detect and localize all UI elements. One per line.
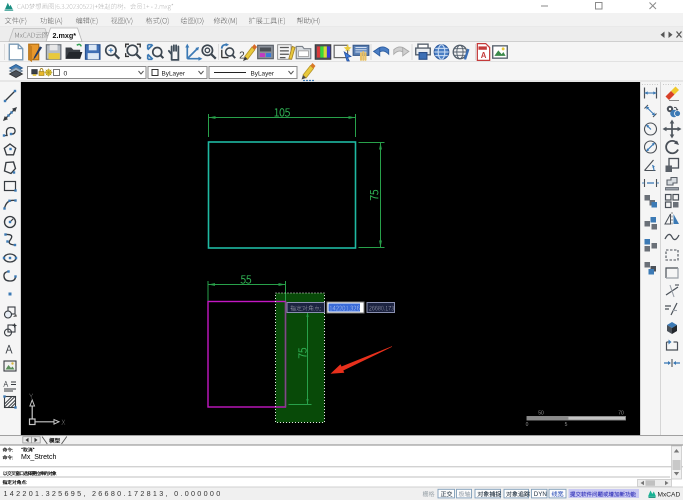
svg-text:MxCAD: MxCAD <box>658 492 681 499</box>
svg-text:0: 0 <box>64 71 68 78</box>
svg-text:142201.325695, 26680.172813,: 142201.325695, 26680.172813, 0.000000 <box>4 489 223 498</box>
svg-text:70: 70 <box>618 411 624 417</box>
svg-text:DYN: DYN <box>534 491 547 498</box>
svg-text:A: A <box>481 51 487 60</box>
svg-text:2.mxg*: 2.mxg* <box>53 31 77 40</box>
svg-text:50: 50 <box>538 411 544 417</box>
svg-text:ByLayer: ByLayer <box>251 70 275 77</box>
svg-text:5: 5 <box>565 422 568 428</box>
svg-text:0: 0 <box>526 422 529 428</box>
svg-text:Mx_Stretch: Mx_Stretch <box>21 454 57 461</box>
svg-text:ByLayer: ByLayer <box>162 70 186 77</box>
